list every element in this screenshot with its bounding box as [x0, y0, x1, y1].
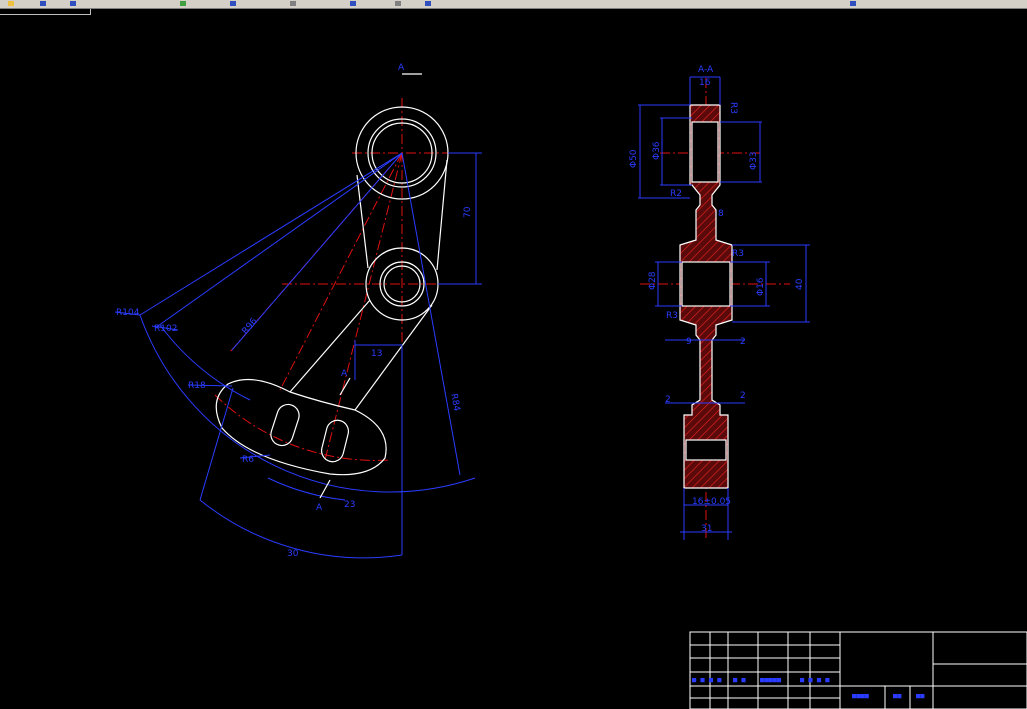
dim-text-13: 13	[371, 349, 382, 359]
tb-label-3: ■■■■■	[760, 676, 782, 684]
dim-text-r3-low: R3	[666, 311, 678, 321]
tb-label-2: ■ ■	[733, 676, 746, 684]
dim-text-r6: R6	[242, 455, 254, 465]
dim-text-d2c: 2	[740, 391, 746, 401]
dim-text-r18: R18	[188, 381, 206, 391]
dim-text-30: 30	[287, 549, 299, 559]
dim-text-r104: R104	[116, 308, 140, 318]
section-top-bore	[691, 121, 719, 183]
slot-right	[320, 419, 350, 463]
dim-text-23: 23	[344, 500, 355, 510]
dim-arc-30	[199, 499, 403, 559]
tb-name-1: ■■■■	[852, 692, 870, 700]
slot-arc-centerline	[214, 394, 391, 461]
dim-line-r104	[139, 152, 403, 316]
dim-text-r3-top: R3	[728, 102, 738, 114]
dim-text-dia36: Φ36	[652, 141, 662, 160]
tb-label-1: ■ ■ ■ ■	[692, 676, 722, 684]
dim-line-r96	[231, 152, 403, 351]
section-title: A-A	[698, 65, 714, 75]
dim-text-31: 31	[701, 524, 712, 534]
slot-left	[270, 403, 300, 447]
arm-left-edge	[289, 299, 371, 393]
dim-arc-23	[267, 477, 346, 501]
dim-text-d9: 9	[686, 337, 692, 347]
front-view: A A A R104 R102 R96 R18 R6 70 13 23 30 R…	[114, 63, 482, 559]
section-view: A-A 16 R3 Φ50 Φ36 Φ33 R2 8 Φ28 R3 R3 Φ16…	[629, 65, 810, 540]
dim-text-r3-mid: R3	[732, 249, 744, 259]
dim-text-d8: 8	[718, 209, 724, 219]
drawing-canvas[interactable]: A A A R104 R102 R96 R18 R6 70 13 23 30 R…	[0, 0, 1027, 709]
section-slot	[685, 439, 727, 461]
tb-name-2: ■■	[893, 692, 902, 700]
arc-r104	[139, 314, 476, 493]
arm-right-edge	[354, 304, 433, 411]
dim-text-d40: 40	[795, 278, 805, 290]
section-label-top: A	[398, 63, 405, 73]
dim-text-w16: 16	[699, 78, 711, 88]
section-mid-bore	[681, 261, 731, 307]
section-label-mid: A	[341, 369, 348, 379]
dim-text-r84: R84	[448, 393, 461, 412]
dim-line-r84	[401, 152, 461, 476]
dim-text-70: 70	[463, 206, 473, 218]
tb-label-4: ■ ■ ■ ■	[800, 676, 830, 684]
dim-text-d2b: 2	[665, 395, 671, 405]
dim-text-d28: Φ28	[648, 271, 658, 290]
dim-text-d16f: Φ16	[756, 277, 766, 296]
dim-text-d2a: 2	[740, 337, 746, 347]
tb-name-3: ■■	[916, 692, 925, 700]
dim-text-r96: R96	[241, 316, 260, 336]
section-label-bottom: A	[316, 503, 323, 513]
dim-text-16-05: 16±0.05	[692, 497, 731, 507]
dim-text-r102: R102	[154, 324, 177, 334]
dim-text-dia33: Φ33	[749, 151, 759, 170]
title-block: ■ ■ ■ ■ ■ ■ ■■■■■ ■ ■ ■ ■ ■■■■ ■■ ■■	[689, 631, 1027, 709]
dim-text-r2a: R2	[670, 189, 682, 199]
dim-text-dia50: Φ50	[629, 149, 639, 168]
